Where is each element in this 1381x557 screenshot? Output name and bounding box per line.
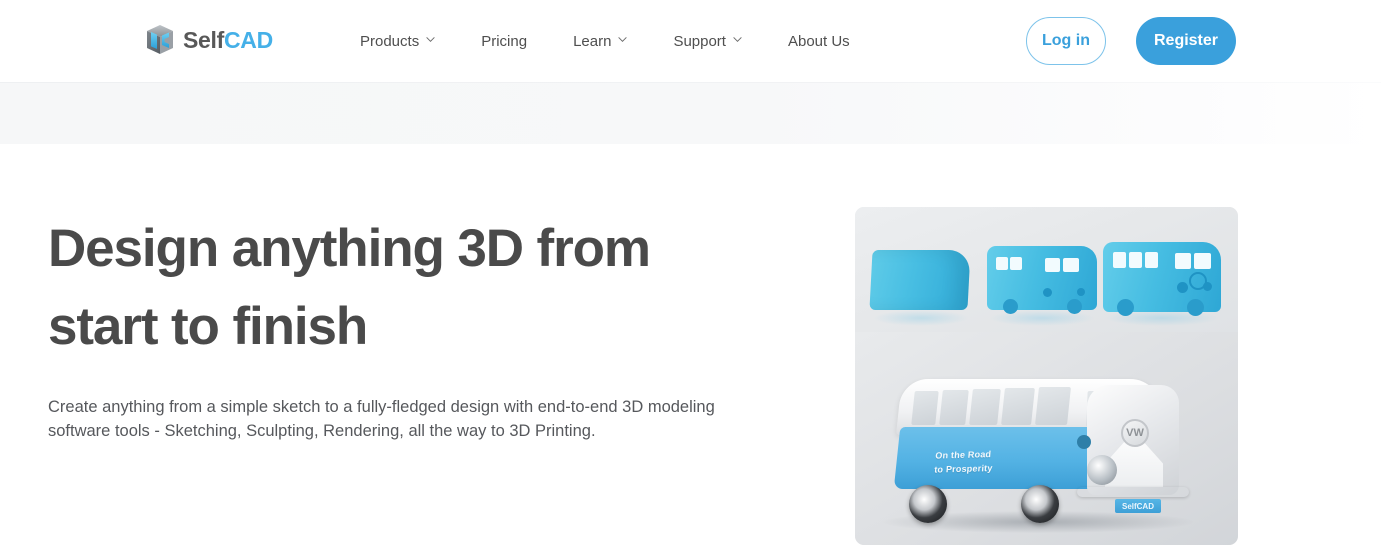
register-button[interactable]: Register (1136, 17, 1236, 65)
headline-line-2: start to finish (48, 297, 368, 356)
volkswagen-bus-render: On the Road to Prosperity VW SelfCAD (891, 375, 1191, 525)
chevron-down-icon (618, 35, 628, 44)
login-button[interactable]: Log in (1026, 17, 1106, 65)
logo-wordmark: SelfCAD (183, 26, 273, 53)
nav-label-pricing: Pricing (481, 32, 528, 50)
model-block-stage (869, 250, 971, 310)
main-navigation: Products Pricing Learn Support About Us (360, 0, 850, 82)
nav-label-products: Products (360, 32, 420, 50)
nav-label-support: Support (673, 32, 726, 50)
nav-item-about-us[interactable]: About Us (788, 23, 850, 60)
header-underband (0, 82, 1381, 144)
site-logo[interactable]: SelfCAD (145, 24, 273, 56)
bus-side-text: On the Road to Prosperity (934, 445, 1056, 476)
subhead-line-1: Create anything from a simple sketch to … (48, 398, 644, 416)
nav-label-learn: Learn (573, 32, 612, 50)
selfcad-cube-logo-icon (145, 24, 175, 56)
logo-word-self: Self (183, 26, 224, 53)
hero-copy: Design anything 3D from start to finish … (48, 210, 808, 443)
header-divider (0, 82, 1381, 83)
rendered-bus-image: On the Road to Prosperity VW SelfCAD (855, 332, 1238, 545)
hero-media-panel: On the Road to Prosperity VW SelfCAD (855, 207, 1238, 545)
model-detailed-stage (1103, 242, 1221, 316)
nav-label-about-us: About Us (787, 32, 850, 50)
nav-item-pricing[interactable]: Pricing (481, 23, 527, 60)
model-reflection (873, 310, 969, 326)
hero-section: Design anything 3D from start to finish … (0, 144, 1381, 557)
page-root: SelfCAD Products Pricing Learn Support A… (0, 0, 1381, 557)
auth-actions: Log in Register (1026, 17, 1236, 65)
chevron-down-icon (426, 35, 435, 44)
site-header: SelfCAD Products Pricing Learn Support A… (0, 0, 1381, 82)
nav-item-support[interactable]: Support (673, 23, 742, 60)
chevron-down-icon (733, 35, 742, 44)
vw-emblem-icon: VW (1121, 419, 1149, 447)
nav-item-products[interactable]: Products (360, 23, 435, 60)
nav-item-learn[interactable]: Learn (573, 23, 628, 60)
bus-license-plate: SelfCAD (1115, 499, 1161, 513)
progressive-models-image (855, 207, 1238, 332)
headline-line-1: Design anything 3D from (48, 219, 651, 278)
hero-subhead: Create anything from a simple sketch to … (48, 395, 748, 443)
logo-word-cad: CAD (223, 26, 273, 53)
page-title: Design anything 3D from start to finish (48, 210, 808, 366)
model-rough-stage (987, 246, 1097, 314)
